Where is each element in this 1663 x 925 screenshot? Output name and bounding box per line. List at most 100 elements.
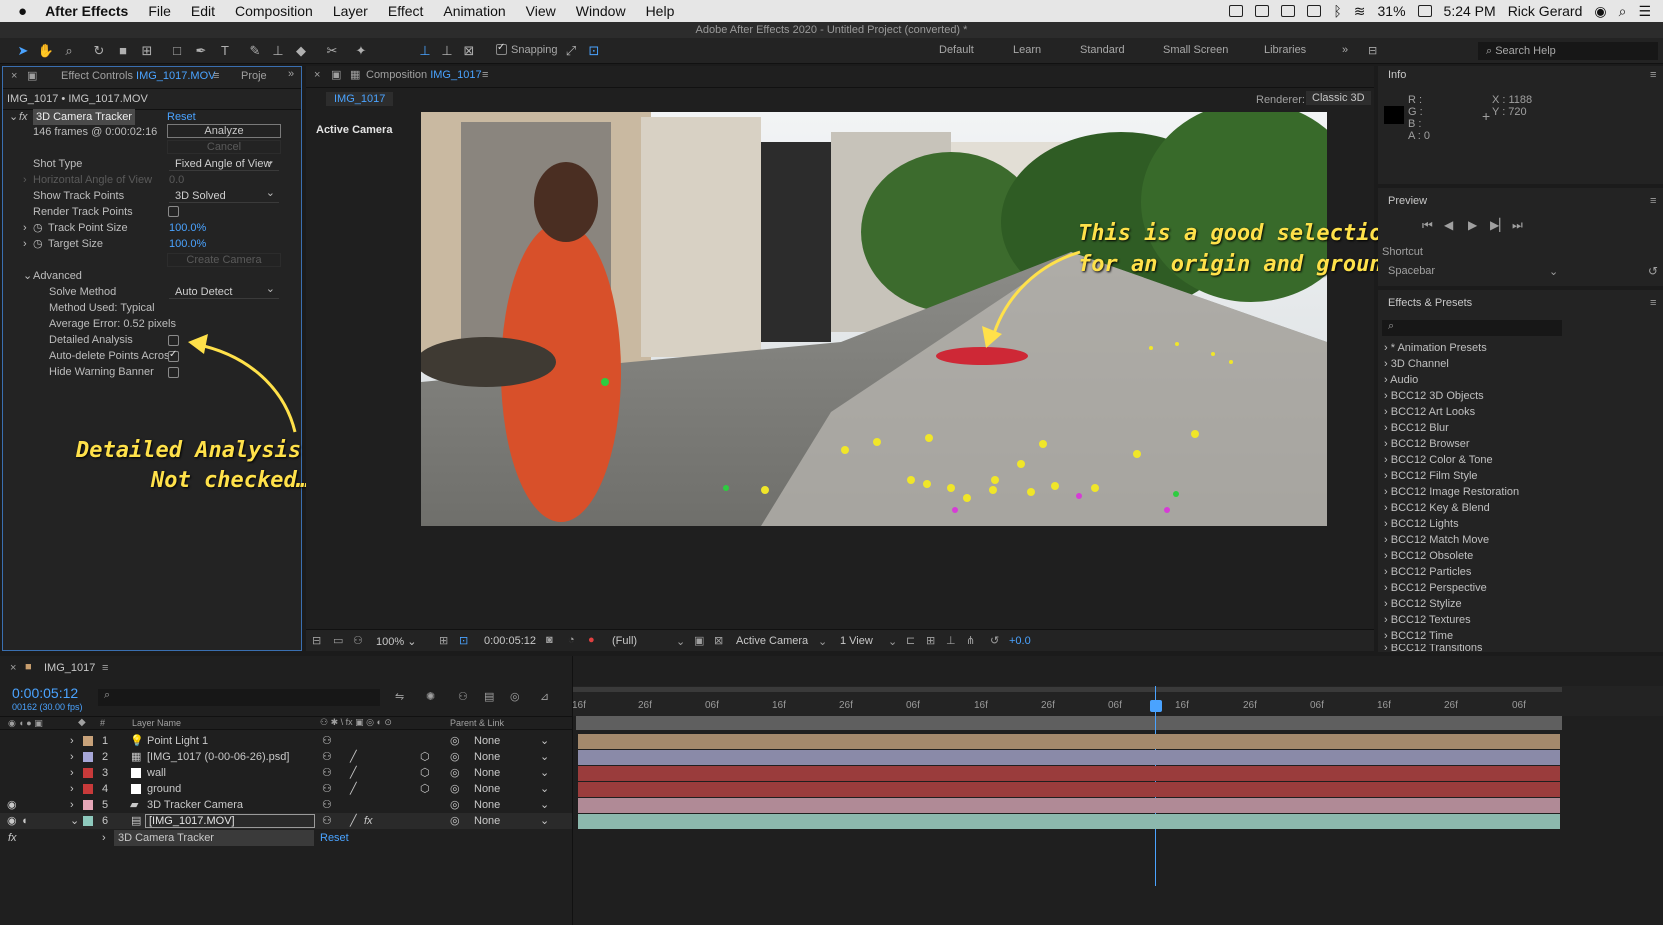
- parent-chevron-icon[interactable]: ⌄: [540, 813, 549, 829]
- col-layer-name[interactable]: Layer Name: [132, 718, 181, 728]
- puppet-tool-icon[interactable]: ✦: [352, 42, 370, 60]
- quality-switch-icon[interactable]: ╱: [350, 749, 357, 765]
- effects-item[interactable]: › BCC12 Image Restoration: [1384, 484, 1519, 500]
- panel-menu-icon[interactable]: ≡: [1650, 69, 1656, 81]
- show-snapshot-icon[interactable]: ◔: [568, 634, 575, 646]
- resolution-chevron-icon[interactable]: ⌄: [676, 635, 685, 648]
- workspace-panel-icon[interactable]: ⊟: [1368, 44, 1377, 57]
- effect-reset-link[interactable]: Reset: [320, 830, 349, 846]
- pickwhip-icon[interactable]: ◎: [450, 749, 460, 765]
- playhead-handle[interactable]: [1150, 700, 1162, 712]
- flowchart-icon[interactable]: ⋔: [966, 634, 975, 647]
- clone-tool-icon[interactable]: ⊥: [269, 42, 287, 60]
- resolution-dropdown[interactable]: (Full): [612, 635, 637, 647]
- view-axis-icon[interactable]: ⊠: [460, 42, 478, 60]
- work-area[interactable]: [576, 716, 1562, 730]
- layer-bar[interactable]: [578, 750, 1560, 765]
- layer-bar[interactable]: [578, 782, 1560, 797]
- zoom-tool-icon[interactable]: ⌕: [60, 42, 78, 60]
- label-color[interactable]: [83, 816, 93, 826]
- layer-row[interactable]: › 4 ground ⚇ ╱ ⬡ ◎ None ⌄: [0, 781, 572, 797]
- effect-property-row[interactable]: fx › 3D Camera Tracker Reset: [0, 830, 572, 846]
- roi-icon[interactable]: ▣: [694, 634, 704, 647]
- airplay-icon[interactable]: [1307, 5, 1322, 17]
- cc-icon[interactable]: [1255, 5, 1270, 17]
- effects-item[interactable]: › BCC12 Film Style: [1384, 468, 1478, 484]
- comp-subtab[interactable]: IMG_1017: [326, 92, 394, 106]
- parent-dropdown[interactable]: None: [474, 749, 500, 765]
- work-area-bar[interactable]: [572, 687, 1562, 692]
- bluetooth-icon[interactable]: ᛒ: [1333, 3, 1341, 19]
- first-frame-icon[interactable]: ⏮: [1422, 218, 1433, 233]
- stopwatch-icon[interactable]: ◷: [33, 236, 43, 252]
- workspace-overflow-icon[interactable]: »: [1342, 44, 1348, 56]
- exposure-value[interactable]: +0.0: [1009, 635, 1031, 647]
- eraser-tool-icon[interactable]: ◆: [292, 42, 310, 60]
- parent-chevron-icon[interactable]: ⌄: [540, 749, 549, 765]
- effects-item[interactable]: › BCC12 Obsolete: [1384, 548, 1473, 564]
- fx-switch-icon[interactable]: fx: [364, 813, 373, 829]
- safe-margins-icon[interactable]: ⊞: [439, 634, 448, 647]
- chevron-right-icon[interactable]: ›: [70, 733, 74, 749]
- effects-item[interactable]: › BCC12 3D Objects: [1384, 388, 1484, 404]
- show-tp-dropdown[interactable]: 3D Solved: [169, 186, 279, 203]
- effect-name[interactable]: 3D Camera Tracker: [33, 109, 135, 125]
- panel-menu-icon[interactable]: ≡: [102, 662, 108, 674]
- effects-item[interactable]: › * Animation Presets: [1384, 340, 1487, 356]
- eye-icon[interactable]: ◉: [7, 813, 17, 829]
- project-tab[interactable]: Proje: [241, 70, 267, 82]
- menu-view[interactable]: View: [526, 3, 556, 19]
- always-preview-icon[interactable]: ⊟: [312, 634, 321, 647]
- reset-link[interactable]: Reset: [167, 109, 196, 125]
- region-icon[interactable]: ⊡: [459, 634, 468, 647]
- pickwhip-icon[interactable]: ◎: [450, 765, 460, 781]
- chevron-right-icon[interactable]: ›: [70, 765, 74, 781]
- hand-tool-icon[interactable]: ✋: [37, 42, 55, 60]
- snapshot-icon[interactable]: ◙: [546, 634, 553, 646]
- layer-name[interactable]: ground: [147, 781, 181, 797]
- label-color[interactable]: [83, 784, 93, 794]
- lock-icon[interactable]: ▣: [27, 69, 37, 82]
- effect-controls-tab[interactable]: Effect Controls IMG_1017.MOV: [61, 70, 216, 82]
- shot-type-dropdown[interactable]: Fixed Angle of View: [169, 154, 279, 171]
- roto-tool-icon[interactable]: ✂: [323, 42, 341, 60]
- shy-switch-icon[interactable]: ⚇: [322, 813, 332, 829]
- motion-blur-icon[interactable]: ◎: [510, 690, 520, 703]
- effects-item[interactable]: › BCC12 Lights: [1384, 516, 1459, 532]
- chevron-right-icon[interactable]: ›: [70, 797, 74, 813]
- display-icon[interactable]: ▭: [333, 634, 343, 647]
- pickwhip-icon[interactable]: ◎: [450, 733, 460, 749]
- last-frame-icon[interactable]: ⏭: [1512, 218, 1523, 233]
- chevron-right-icon[interactable]: ›: [23, 236, 27, 252]
- shortcut-chevron-icon[interactable]: ⌄: [1549, 265, 1558, 278]
- pickwhip-icon[interactable]: ◎: [450, 813, 460, 829]
- effect-row-name[interactable]: 3D Camera Tracker: [114, 830, 314, 846]
- views-chevron-icon[interactable]: ⌄: [888, 635, 897, 648]
- effects-item[interactable]: › BCC12 Match Move: [1384, 532, 1489, 548]
- label-color[interactable]: [83, 736, 93, 746]
- panel-menu-icon[interactable]: ≡: [482, 69, 488, 81]
- play-icon[interactable]: ▶: [1468, 218, 1477, 232]
- layer-name-edit[interactable]: [IMG_1017.MOV]: [145, 814, 315, 828]
- auto-delete-checkbox[interactable]: [168, 349, 179, 362]
- menu-effect[interactable]: Effect: [388, 3, 424, 19]
- next-frame-icon[interactable]: ▶▏: [1490, 218, 1508, 232]
- panel-menu-icon[interactable]: ≡: [213, 70, 219, 82]
- timeline-timecode[interactable]: 0:00:05:12: [12, 685, 78, 701]
- stopwatch-icon[interactable]: ◷: [33, 220, 43, 236]
- rectangle-tool-icon[interactable]: □: [168, 42, 186, 60]
- effects-item[interactable]: › BCC12 Stylize: [1384, 596, 1462, 612]
- menu-help[interactable]: Help: [646, 3, 675, 19]
- dropbox-icon[interactable]: [1229, 5, 1244, 17]
- label-color[interactable]: [83, 768, 93, 778]
- analyze-button[interactable]: Analyze: [167, 124, 281, 138]
- lock-icon[interactable]: ▣: [331, 68, 341, 81]
- effects-item[interactable]: › BCC12 Blur: [1384, 420, 1449, 436]
- clock[interactable]: 5:24 PM: [1444, 3, 1496, 19]
- layer-bar-selected[interactable]: [578, 814, 1560, 829]
- layer-bar[interactable]: [578, 798, 1560, 813]
- search-help-input[interactable]: ⌕ Search Help: [1478, 42, 1658, 60]
- 3d-layer-icon[interactable]: ⬡: [420, 749, 430, 765]
- quality-switch-icon[interactable]: ╱: [350, 781, 357, 797]
- effects-item[interactable]: › BCC12 Perspective: [1384, 580, 1487, 596]
